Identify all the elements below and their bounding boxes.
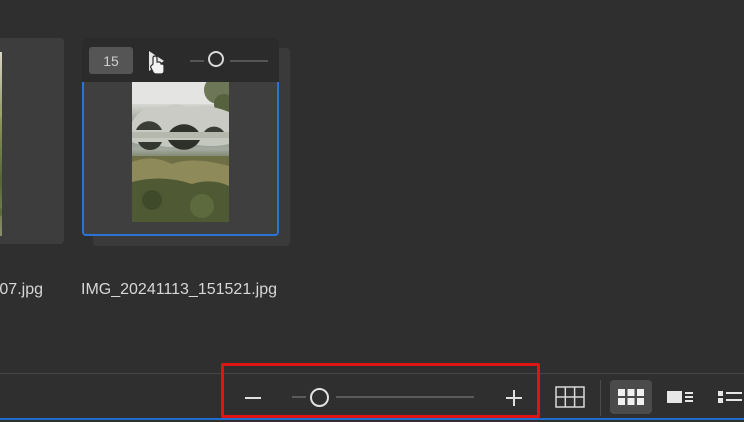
- zoom-controls-highlight: [221, 363, 540, 418]
- view-filmstrip-button[interactable]: [662, 384, 698, 410]
- view-grid-large-button[interactable]: [554, 384, 586, 410]
- view-grid-small-button[interactable]: [610, 380, 652, 414]
- list-icon: [718, 391, 742, 403]
- thumbnail-image: [132, 82, 229, 222]
- grid-small-icon: [618, 389, 644, 405]
- playback-controls: 15: [82, 38, 279, 82]
- thumbnail-filename: 07.jpg: [0, 281, 43, 298]
- playback-slider-track: [230, 60, 268, 62]
- playback-slider-thumb[interactable]: [208, 51, 224, 67]
- play-button[interactable]: [142, 47, 170, 75]
- play-icon: [149, 51, 165, 75]
- toolbar-divider: [600, 380, 601, 416]
- thumbnail-tile[interactable]: [0, 38, 64, 244]
- thumbnail-filename: IMG_20241113_151521.jpg: [81, 281, 278, 298]
- frame-count-badge: 15: [89, 47, 133, 74]
- playback-slider-track: [190, 60, 204, 62]
- filmstrip-icon: [667, 391, 693, 403]
- view-list-button[interactable]: [712, 384, 744, 410]
- grid-large-icon: [555, 386, 585, 408]
- thumbnail-image: [0, 52, 2, 236]
- accent-line: [0, 418, 744, 420]
